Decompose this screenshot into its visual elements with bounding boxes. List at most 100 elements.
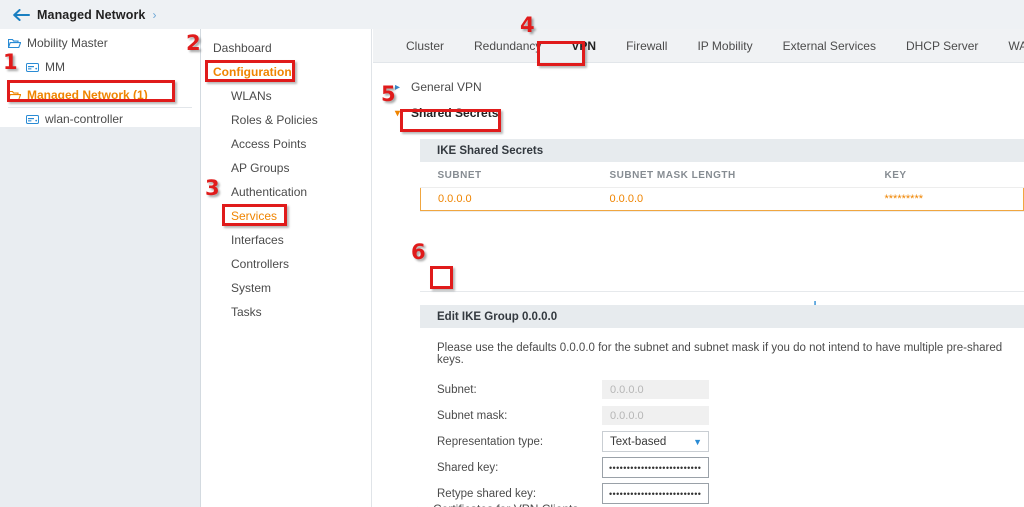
nav-item-configuration[interactable]: Configuration	[201, 60, 371, 84]
table-row[interactable]: 0.0.0.0 0.0.0.0 *********	[420, 187, 1024, 211]
chevron-right-icon: ▸	[395, 81, 401, 93]
nav-item-services[interactable]: Services	[201, 204, 371, 228]
back-arrow-icon[interactable]	[12, 8, 30, 22]
folder-open-orange-icon	[8, 90, 21, 101]
cell-key: *********	[867, 187, 1024, 211]
nav-item-wlans[interactable]: WLANs	[201, 84, 371, 108]
accordion-shared-secrets[interactable]: ▾ Shared Secrets	[373, 102, 1024, 124]
tab-bar: Cluster Redundancy VPN Firewall IP Mobility E…	[373, 29, 1024, 63]
nav-item-controllers[interactable]: Controllers	[201, 252, 371, 276]
nav-item-system[interactable]: System	[201, 276, 371, 300]
nav-item-label: System	[231, 281, 272, 295]
nav-item-access-points[interactable]: Access Points	[201, 132, 371, 156]
nav-item-label: Tasks	[231, 305, 262, 319]
edit-ike-group-body: Please use the defaults 0.0.0.0 for the …	[420, 328, 1024, 507]
password-input-retype-shared-key[interactable]: ••••••••••••••••••••••••••	[602, 483, 709, 504]
select-value: Text-based	[610, 435, 667, 448]
breadcrumb-chevron-icon[interactable]: ›	[152, 8, 156, 22]
tab-vpn[interactable]: VPN	[556, 29, 611, 63]
tab-ip-mobility[interactable]: IP Mobility	[682, 29, 767, 63]
text-input-subnet-mask[interactable]: 0.0.0.0	[602, 406, 709, 425]
tab-cluster[interactable]: Cluster	[391, 29, 459, 63]
tab-firewall[interactable]: Firewall	[611, 29, 682, 63]
tree-item-label: Mobility Master	[27, 36, 108, 50]
controller-device-icon	[26, 114, 39, 124]
nav-item-label: Services	[231, 209, 278, 223]
nav-item-label: Interfaces	[231, 233, 284, 247]
app-root: Managed Network › Mobility Master MM Manag…	[0, 0, 1024, 507]
tab-label: IP Mobility	[697, 38, 753, 53]
breadcrumb-title[interactable]: Managed Network	[37, 8, 145, 22]
edit-ike-group-title: Edit IKE Group 0.0.0.0	[420, 305, 1024, 328]
cell-mask-length: 0.0.0.0	[592, 187, 868, 211]
nav-item-label: AP Groups	[231, 161, 290, 175]
password-masked-value: ••••••••••••••••••••••••••	[609, 488, 702, 499]
column-header-key[interactable]: KEY	[867, 162, 1024, 188]
nav-item-dashboard[interactable]: Dashboard	[201, 36, 371, 60]
field-label-representation-type: Representation type:	[437, 435, 544, 448]
input-placeholder: 0.0.0.0	[610, 409, 644, 422]
accordion-shared-secrets-label: Shared Secrets	[411, 106, 499, 120]
controller-device-icon	[26, 62, 39, 72]
accordion-general-vpn[interactable]: ▸ General VPN	[373, 76, 1024, 98]
configuration-nav-panel: Dashboard Configuration WLANs Roles & Polic…	[201, 29, 372, 507]
accordion-certificates-label: Certificates for VPN Clients	[433, 502, 578, 507]
tab-label: Redundancy	[474, 38, 542, 53]
nav-item-authentication[interactable]: Authentication	[201, 180, 371, 204]
tree-item-label: Managed Network (1)	[27, 88, 148, 102]
field-label-subnet-mask: Subnet mask:	[437, 409, 508, 422]
tree-item-mobility-master[interactable]: Mobility Master	[0, 31, 200, 55]
tab-label: WAN	[1008, 38, 1024, 53]
accordion-general-vpn-label: General VPN	[411, 80, 482, 94]
password-masked-value: ••••••••••••••••••••••••••	[609, 462, 702, 473]
tree-item-label: MM	[45, 60, 65, 74]
tab-label: External Services	[782, 38, 876, 53]
tree-item-mm[interactable]: MM	[0, 55, 200, 79]
table-bottom-divider	[420, 211, 1024, 212]
tab-wan[interactable]: WAN	[993, 29, 1024, 63]
tab-label: Firewall	[626, 38, 668, 53]
nav-item-ap-groups[interactable]: AP Groups	[201, 156, 371, 180]
breadcrumb-bar: Managed Network ›	[0, 0, 1024, 29]
edit-ike-group-hint: Please use the defaults 0.0.0.0 for the …	[437, 342, 1003, 366]
nav-item-label: Dashboard	[213, 41, 272, 55]
nav-item-interfaces[interactable]: Interfaces	[201, 228, 371, 252]
folder-open-icon	[8, 38, 21, 49]
nav-item-roles-policies[interactable]: Roles & Policies	[201, 108, 371, 132]
edit-ike-group-card: Edit IKE Group 0.0.0.0 Please use the de…	[420, 305, 1024, 507]
nav-item-label: Roles & Policies	[231, 113, 318, 127]
nav-item-label: Configuration	[213, 65, 292, 79]
tree-item-label: wlan-controller	[45, 112, 124, 126]
nav-item-tasks[interactable]: Tasks	[201, 300, 371, 324]
ike-shared-secrets-table: SUBNET SUBNET MASK LENGTH KEY 0.0.0.0 0.0…	[420, 162, 1024, 211]
table-header-row: SUBNET SUBNET MASK LENGTH KEY	[420, 162, 1024, 188]
tab-label: DHCP Server	[905, 38, 979, 53]
field-row-representation-type: Representation type: Text-based ▼	[437, 430, 1024, 453]
tab-external-services[interactable]: External Services	[768, 29, 891, 63]
tab-dhcp-server[interactable]: DHCP Server	[891, 29, 993, 63]
field-row-subnet-mask: Subnet mask: 0.0.0.0	[437, 404, 1024, 427]
tab-label: VPN	[571, 38, 597, 53]
accordion-certificates-vpn-clients[interactable]: ▸ Certificates for VPN Clients	[395, 498, 578, 507]
ike-shared-secrets-card: IKE Shared Secrets SUBNET SUBNET MASK LE…	[420, 139, 1024, 212]
column-header-subnet-mask-length[interactable]: SUBNET MASK LENGTH	[592, 162, 868, 188]
text-input-subnet[interactable]: 0.0.0.0	[602, 380, 709, 399]
tree-item-wlan-controller[interactable]: wlan-controller	[0, 107, 200, 131]
input-placeholder: 0.0.0.0	[610, 383, 644, 396]
nav-item-label: WLANs	[231, 89, 272, 103]
tab-label: Cluster	[406, 38, 445, 53]
password-input-shared-key[interactable]: ••••••••••••••••••••••••••	[602, 457, 709, 478]
tree-item-managed-network-1[interactable]: Managed Network (1)	[0, 83, 200, 107]
select-representation-type[interactable]: Text-based ▼	[602, 431, 709, 452]
field-label-subnet: Subnet:	[437, 383, 477, 396]
cell-subnet: 0.0.0.0	[420, 187, 593, 211]
network-tree-panel: Mobility Master MM Managed Network (1) wlan…	[0, 29, 201, 507]
column-header-subnet[interactable]: SUBNET	[420, 162, 593, 188]
nav-item-label: Authentication	[231, 185, 308, 199]
add-section-divider	[420, 291, 1024, 292]
chevron-down-icon: ▾	[395, 107, 401, 119]
ike-card-title: IKE Shared Secrets	[420, 139, 1024, 162]
nav-item-label: Controllers	[231, 257, 290, 271]
tab-redundancy[interactable]: Redundancy	[459, 29, 556, 63]
field-row-shared-key: Shared key: ••••••••••••••••••••••••••	[437, 456, 1024, 479]
